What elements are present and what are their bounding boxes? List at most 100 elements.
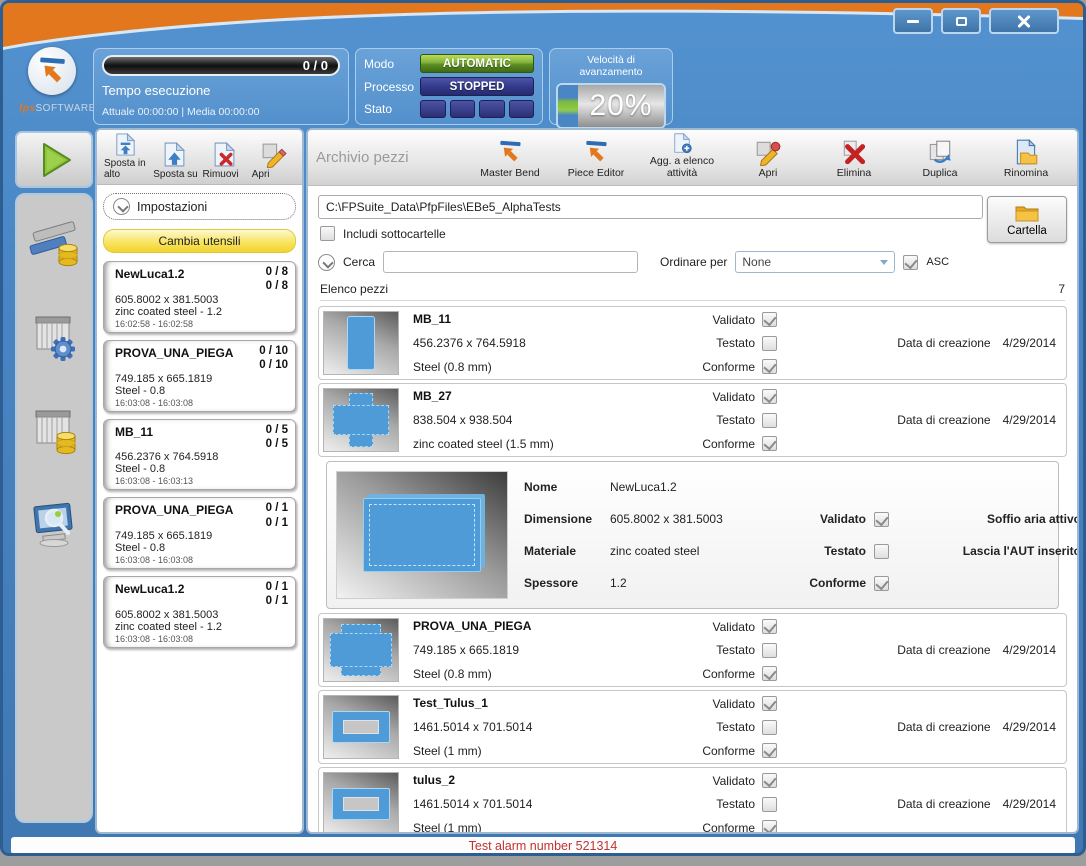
page-add-icon [668, 133, 696, 154]
testato-checkbox[interactable] [874, 544, 889, 559]
order-by-label: Ordinare per [660, 255, 727, 269]
conforme-checkbox[interactable] [762, 359, 777, 374]
stato-indicator [479, 100, 505, 118]
testato-checkbox[interactable] [762, 643, 777, 658]
conforme-checkbox[interactable] [874, 576, 889, 591]
feed-speed-display: 20% [556, 83, 666, 129]
cambia-utensili-button[interactable]: Cambia utensili [103, 229, 296, 253]
job-card[interactable]: MB_11 0 / 50 / 5 456.2376 x 764.5918 Ste… [103, 419, 296, 491]
piece-row[interactable]: MB_11 456.2376 x 764.5918 Steel (0.8 mm)… [318, 306, 1067, 380]
brand-logo-icon [28, 47, 76, 95]
job-card[interactable]: NewLuca1.2 0 / 10 / 1 605.8002 x 381.500… [103, 576, 296, 648]
asc-checkbox[interactable] [903, 255, 918, 270]
move-to-top-button[interactable]: Sposta in alto [101, 132, 150, 182]
chevron-down-icon [113, 198, 130, 215]
window-controls [893, 8, 1059, 34]
master-bend-button[interactable]: Master Bend [467, 133, 553, 182]
testato-checkbox[interactable] [762, 336, 777, 351]
detail-materiale-value: zinc coated steel [610, 544, 775, 558]
feed-speed-gauge [558, 85, 578, 127]
order-by-select[interactable]: None [735, 251, 895, 273]
creation-date-value: 4/29/2014 [1003, 797, 1056, 811]
piece-detail-panel[interactable]: Nome NewLuca1.2 Dimensione 605.8002 x 38… [326, 461, 1059, 609]
stato-indicators [420, 100, 534, 118]
open-job-button[interactable]: Apri [249, 132, 298, 182]
run-program-button[interactable] [15, 131, 93, 188]
sidebar-item-tooling-setup[interactable] [25, 307, 83, 365]
piece-row[interactable]: Test_Tulus_1 1461.5014 x 701.5014 Steel … [318, 690, 1067, 764]
impostazioni-label: Impostazioni [137, 200, 207, 214]
rename-icon [1012, 138, 1040, 166]
delete-piece-button[interactable]: Elimina [811, 133, 897, 182]
maximize-button[interactable] [941, 8, 981, 34]
minimize-button[interactable] [893, 8, 933, 34]
sidebar-item-tool-archive[interactable] [25, 401, 83, 459]
sidebar-item-pieces-archive[interactable] [25, 213, 83, 271]
app-window: fpsSOFTWARE 0 / 0 Tempo esecuzione Attua… [0, 0, 1086, 856]
piece-thumbnail [323, 695, 399, 759]
add-to-activity-button[interactable]: Agg. a elenco attività [639, 133, 725, 182]
testato-checkbox[interactable] [762, 797, 777, 812]
detail-dimensione-value: 605.8002 x 381.5003 [610, 512, 775, 526]
conforme-checkbox[interactable] [762, 436, 777, 451]
validato-checkbox[interactable] [874, 512, 889, 527]
detail-nome-value: NewLuca1.2 [610, 480, 775, 494]
machine-status-panel: Modo AUTOMATIC Processo STOPPED Stato [355, 48, 543, 125]
masterbend-icon [582, 138, 610, 166]
piece-thumbnail [323, 388, 399, 452]
list-count: 7 [1058, 282, 1065, 296]
search-expander-chevron-icon[interactable] [318, 254, 335, 271]
cartella-button[interactable]: Cartella [987, 196, 1067, 243]
conforme-checkbox[interactable] [762, 820, 777, 834]
duplicate-piece-button[interactable]: Duplica [897, 133, 983, 182]
validato-checkbox[interactable] [762, 389, 777, 404]
feed-speed-panel: Velocità di avanzamento 20% [549, 48, 673, 125]
brand-logo: fpsSOFTWARE [19, 47, 85, 114]
close-button[interactable] [989, 8, 1059, 34]
piece-row[interactable]: PROVA_UNA_PIEGA 749.185 x 665.1819 Steel… [318, 613, 1067, 687]
navigation-rail [15, 193, 93, 823]
remove-button[interactable]: Rimuovi [200, 132, 249, 182]
chevron-down-icon [880, 260, 888, 265]
job-card[interactable]: PROVA_UNA_PIEGA 0 / 10 / 1 749.185 x 665… [103, 497, 296, 569]
validato-checkbox[interactable] [762, 312, 777, 327]
creation-date-label: Data di creazione [897, 643, 990, 657]
move-up-button[interactable]: Sposta su [150, 132, 199, 182]
open-piece-button[interactable]: Apri [725, 133, 811, 182]
validato-checkbox[interactable] [762, 773, 777, 788]
duplicate-icon [926, 138, 954, 166]
validato-checkbox[interactable] [762, 619, 777, 634]
piece-editor-button[interactable]: Piece Editor [553, 133, 639, 182]
creation-date-value: 4/29/2014 [1003, 336, 1056, 350]
rename-piece-button[interactable]: Rinomina [983, 133, 1069, 182]
execution-time-panel: 0 / 0 Tempo esecuzione Attuale 00:00:00 … [93, 48, 349, 125]
job-list: NewLuca1.2 0 / 80 / 8 605.8002 x 381.500… [97, 253, 302, 648]
sidebar-item-diagnostics[interactable] [25, 495, 83, 553]
job-counts: 0 / 10 / 1 [266, 580, 288, 609]
impostazioni-dropdown[interactable]: Impostazioni [103, 193, 296, 220]
archive-toolbar: Archivio pezzi Master Bend Piece Editor [308, 130, 1077, 186]
conforme-checkbox[interactable] [762, 743, 777, 758]
asc-label: ASC [926, 256, 949, 268]
piece-row[interactable]: tulus_2 1461.5014 x 701.5014 Steel (1 mm… [318, 767, 1067, 834]
job-card[interactable]: NewLuca1.2 0 / 80 / 8 605.8002 x 381.500… [103, 261, 296, 333]
stato-indicator [450, 100, 476, 118]
feed-speed-value: 20% [589, 89, 652, 123]
search-input[interactable] [383, 251, 638, 273]
testato-checkbox[interactable] [762, 720, 777, 735]
creation-date-label: Data di creazione [897, 797, 990, 811]
validato-checkbox[interactable] [762, 696, 777, 711]
detail-spessore-value: 1.2 [610, 576, 775, 590]
job-card[interactable]: PROVA_UNA_PIEGA 0 / 100 / 10 749.185 x 6… [103, 340, 296, 412]
execution-progressbar: 0 / 0 [102, 55, 340, 76]
folder-path-input[interactable] [318, 195, 983, 219]
alarm-text: Test alarm number 521314 [469, 839, 618, 853]
list-title: Elenco pezzi [320, 282, 388, 296]
conforme-checkbox[interactable] [762, 666, 777, 681]
modo-label: Modo [364, 57, 420, 71]
piece-row[interactable]: MB_27 838.504 x 938.504 zinc coated stee… [318, 383, 1067, 457]
include-subfolders-checkbox[interactable] [320, 226, 335, 241]
execution-stats: Attuale 00:00:00 | Media 00:00:00 [102, 106, 340, 118]
execution-title: Tempo esecuzione [102, 83, 340, 98]
testato-checkbox[interactable] [762, 413, 777, 428]
